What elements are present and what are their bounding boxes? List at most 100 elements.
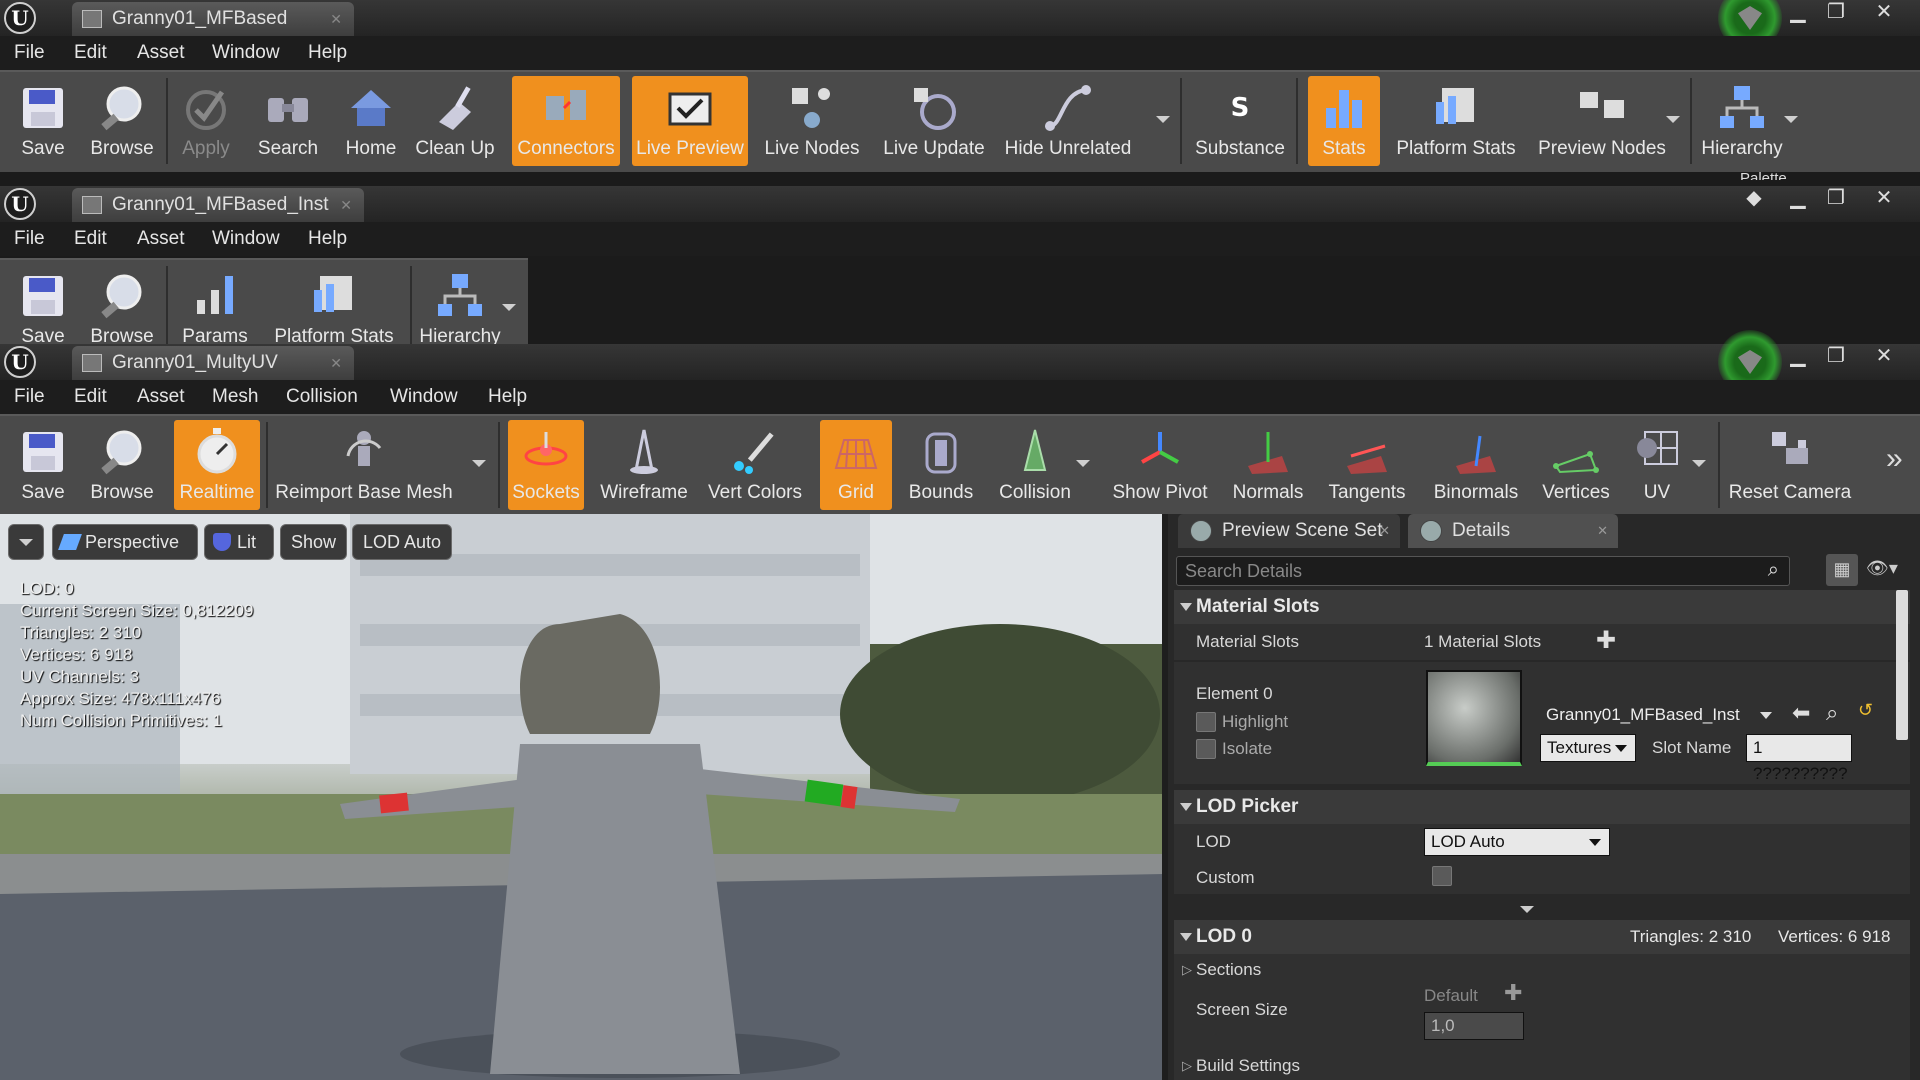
menu-mesh[interactable]: Mesh bbox=[212, 380, 258, 414]
params-button[interactable]: Params bbox=[174, 264, 256, 354]
material-slots-section[interactable]: Material Slots bbox=[1174, 590, 1910, 624]
menu-file[interactable]: File bbox=[14, 36, 45, 70]
add-icon[interactable]: ✚ bbox=[1596, 626, 1616, 655]
menu-edit[interactable]: Edit bbox=[74, 222, 107, 256]
normals-button[interactable]: Normals bbox=[1226, 420, 1310, 510]
menu-file[interactable]: File bbox=[14, 380, 45, 414]
menu-asset[interactable]: Asset bbox=[137, 36, 185, 70]
reset-camera-button[interactable]: Reset Camera bbox=[1726, 420, 1854, 510]
highlight-checkbox[interactable] bbox=[1196, 712, 1216, 732]
grid-button[interactable]: Grid bbox=[820, 420, 892, 510]
menu-asset[interactable]: Asset bbox=[137, 380, 185, 414]
minimize-button[interactable]: ▁ bbox=[1780, 344, 1816, 368]
menu-edit[interactable]: Edit bbox=[74, 380, 107, 414]
bounds-button[interactable]: Bounds bbox=[902, 420, 980, 510]
use-selected-arrow-icon[interactable]: ⬅ bbox=[1792, 700, 1810, 726]
home-button[interactable]: Home bbox=[334, 76, 408, 166]
live-nodes-button[interactable]: Live Nodes bbox=[756, 76, 868, 166]
lit-button[interactable]: Lit bbox=[204, 524, 274, 560]
clean-up-button[interactable]: Clean Up bbox=[412, 76, 498, 166]
platform-stats-button[interactable]: Platform Stats bbox=[1392, 76, 1520, 166]
menu-window[interactable]: Window bbox=[212, 222, 280, 256]
tab-preview-scene-set[interactable]: Preview Scene Set ✕ bbox=[1178, 514, 1400, 548]
connectors-button[interactable]: Connectors bbox=[512, 76, 620, 166]
window3-tab[interactable]: Granny01_MultyUV ✕ bbox=[72, 346, 354, 380]
tab-close-icon[interactable]: ✕ bbox=[1379, 514, 1390, 548]
expand-advanced-icon[interactable] bbox=[1520, 906, 1534, 913]
tab-close-icon[interactable]: ✕ bbox=[340, 188, 352, 222]
minimize-button[interactable]: ▁ bbox=[1780, 186, 1816, 210]
preview-nodes-dropdown-icon[interactable] bbox=[1666, 116, 1680, 123]
browse-asset-icon[interactable]: ⌕ bbox=[1826, 700, 1838, 726]
hierarchy-button[interactable]: Hierarchy bbox=[416, 264, 504, 354]
window1-tab[interactable]: Granny01_MFBased ✕ bbox=[72, 2, 354, 36]
reset-to-default-icon[interactable]: ↺ bbox=[1858, 700, 1873, 721]
window2-tab[interactable]: Granny01_MFBased_Inst ✕ bbox=[72, 188, 364, 222]
tab-close-icon[interactable]: ✕ bbox=[330, 2, 342, 36]
uv-button[interactable]: UV bbox=[1624, 420, 1690, 510]
uv-dropdown-icon[interactable] bbox=[1692, 460, 1706, 467]
perspective-button[interactable]: Perspective bbox=[52, 524, 198, 560]
isolate-checkbox[interactable] bbox=[1196, 739, 1216, 759]
lod0-section[interactable]: LOD 0 Triangles: 2 310 Vertices: 6 918 bbox=[1174, 920, 1910, 954]
vertices-button[interactable]: Vertices bbox=[1538, 420, 1614, 510]
menu-collision[interactable]: Collision bbox=[286, 380, 358, 414]
view-options-grid-icon[interactable]: ▦ bbox=[1826, 554, 1858, 586]
close-window-button[interactable]: ✕ bbox=[1866, 0, 1902, 24]
restore-button[interactable]: ❐ bbox=[1818, 0, 1854, 24]
viewport-options-button[interactable] bbox=[8, 524, 44, 560]
screen-size-input[interactable]: 1,0 bbox=[1424, 1012, 1524, 1040]
save-button[interactable]: Save bbox=[8, 76, 78, 166]
hierarchy-dropdown-icon[interactable] bbox=[502, 304, 516, 311]
save-button[interactable]: Save bbox=[8, 264, 78, 354]
collision-button[interactable]: Collision bbox=[990, 420, 1080, 510]
save-button[interactable]: Save bbox=[8, 420, 78, 510]
realtime-button[interactable]: Realtime bbox=[174, 420, 260, 510]
expand-build-settings-icon[interactable]: ▷ bbox=[1182, 1058, 1192, 1074]
wireframe-button[interactable]: Wireframe bbox=[594, 420, 694, 510]
reimport-dropdown-icon[interactable] bbox=[472, 460, 486, 467]
search-icon[interactable]: ⌕ bbox=[1768, 559, 1779, 582]
expand-sections-icon[interactable]: ▷ bbox=[1182, 962, 1192, 978]
menu-help[interactable]: Help bbox=[308, 222, 347, 256]
search-button[interactable]: Search bbox=[248, 76, 328, 166]
show-pivot-button[interactable]: Show Pivot bbox=[1104, 420, 1216, 510]
collision-dropdown-icon[interactable] bbox=[1076, 460, 1090, 467]
show-button[interactable]: Show bbox=[280, 524, 348, 560]
tab-close-icon[interactable]: ✕ bbox=[1597, 514, 1608, 548]
source-control-icon[interactable]: ◆ bbox=[1736, 186, 1772, 210]
close-window-button[interactable]: ✕ bbox=[1866, 186, 1902, 210]
menu-help[interactable]: Help bbox=[488, 380, 527, 414]
menu-window[interactable]: Window bbox=[212, 36, 280, 70]
search-details-input[interactable]: Search Details ⌕ bbox=[1176, 556, 1790, 586]
platform-stats-button[interactable]: Platform Stats bbox=[266, 264, 402, 354]
menu-edit[interactable]: Edit bbox=[74, 36, 107, 70]
toolbar-more-icon[interactable]: » bbox=[1886, 442, 1903, 476]
substance-button[interactable]: S Substance bbox=[1188, 76, 1292, 166]
hierarchy-button[interactable]: Hierarchy bbox=[1698, 76, 1786, 166]
hierarchy-dropdown-icon[interactable] bbox=[1784, 116, 1798, 123]
tab-close-icon[interactable]: ✕ bbox=[330, 346, 342, 380]
lod-select[interactable]: LOD Auto bbox=[1424, 828, 1610, 856]
sockets-button[interactable]: Sockets bbox=[508, 420, 584, 510]
restore-button[interactable]: ❐ bbox=[1818, 344, 1854, 368]
live-update-button[interactable]: Live Update bbox=[876, 76, 992, 166]
slot-name-input[interactable]: 1 ?????????? bbox=[1746, 734, 1852, 783]
material-select[interactable]: Granny01_MFBased_Inst bbox=[1540, 702, 1780, 730]
add-screen-size-icon[interactable]: ✚ bbox=[1504, 980, 1522, 1006]
browse-button[interactable]: Browse bbox=[84, 264, 160, 354]
reimport-base-mesh-button[interactable]: Reimport Base Mesh bbox=[274, 420, 454, 510]
close-window-button[interactable]: ✕ bbox=[1866, 344, 1902, 368]
tangents-button[interactable]: Tangents bbox=[1320, 420, 1414, 510]
custom-checkbox[interactable] bbox=[1432, 866, 1452, 886]
tab-details[interactable]: Details ✕ bbox=[1408, 514, 1618, 548]
hide-unrelated-button[interactable]: Hide Unrelated bbox=[1000, 76, 1136, 166]
browse-button[interactable]: Browse bbox=[84, 420, 160, 510]
panel-splitter[interactable] bbox=[1162, 514, 1168, 1080]
visibility-eye-icon[interactable]: 👁▾ bbox=[1866, 558, 1898, 579]
vert-colors-button[interactable]: Vert Colors bbox=[702, 420, 808, 510]
menu-window[interactable]: Window bbox=[390, 380, 458, 414]
sections-label[interactable]: Sections bbox=[1196, 960, 1261, 980]
menu-help[interactable]: Help bbox=[308, 36, 347, 70]
mesh-viewport[interactable]: Perspective Lit Show LOD Auto LOD: 0 Cur… bbox=[0, 514, 1164, 1080]
